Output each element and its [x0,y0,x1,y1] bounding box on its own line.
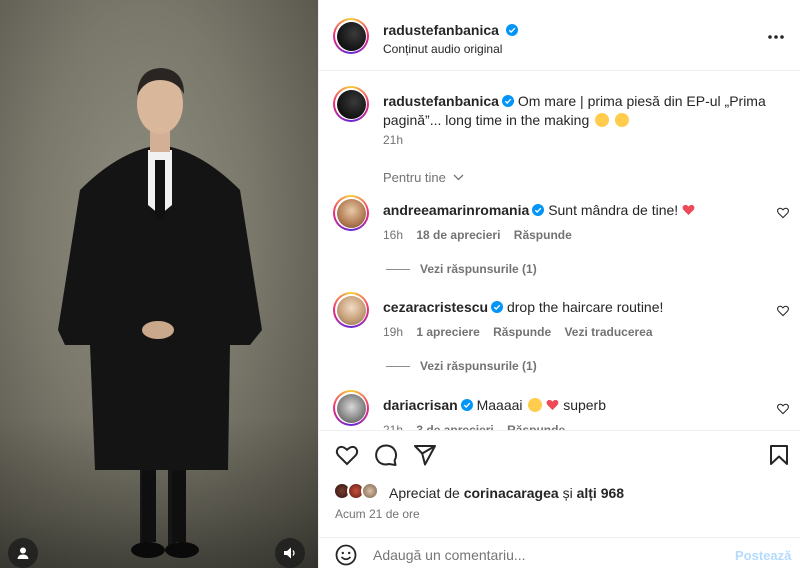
speaker-icon [284,547,295,559]
user-icon [17,547,29,559]
smiling-face-hearts-icon [595,113,610,127]
verified-badge-icon [505,24,518,36]
like-comment-heart-icon[interactable] [777,403,789,415]
post-media[interactable] [0,0,318,568]
comment-text: drop the haircare routine! [506,299,664,315]
comment-username[interactable]: cezaracristescu [383,299,488,315]
comment-meta: 19h 1 apreciere Răspunde Vezi traducerea [383,325,663,339]
caption: radustefanbanica Om mare | prima piesă d… [383,92,783,130]
view-replies-label: Vezi răspunsurile (1) [420,359,537,373]
liked-by-prefix: Apreciat de [389,485,460,501]
post-photo-figure [58,68,262,558]
liked-by-user[interactable]: corinacaragea [464,485,559,501]
comment-avatar[interactable] [333,292,369,328]
smiling-face-hearts-icon [615,113,630,127]
view-replies-button[interactable]: Vezi răspunsurile (1) [386,359,537,373]
view-replies-label: Vezi răspunsurile (1) [420,262,537,276]
comment-bubble-icon[interactable] [374,443,398,467]
comment-likes[interactable]: 1 apreciere [416,325,479,339]
post-actions: Apreciat de corinacaragea și alți 968 Ac… [319,430,800,568]
liked-by-and: și [562,485,573,501]
verified-badge-icon [501,95,514,107]
author-avatar[interactable] [333,18,369,54]
comment-likes[interactable]: 18 de aprecieri [416,228,500,242]
verified-badge-icon [491,301,504,313]
verified-badge-icon [532,204,545,216]
comment-avatar[interactable] [333,390,369,426]
comment-sort-label: Pentru tine [383,170,446,185]
post-comment-button[interactable]: Postează [735,548,791,563]
comment-input[interactable] [373,545,713,565]
translate-button[interactable]: Vezi traducerea [564,325,652,339]
comment-item: andreeamarinromania Sunt mândra de tine! [383,201,763,220]
audio-label[interactable]: Conținut audio original [383,42,502,56]
chevron-down-icon [453,174,463,181]
caption-time: 21h [383,133,404,147]
more-horizontal-icon[interactable] [767,34,785,40]
replies-divider [386,366,410,368]
like-comment-heart-icon[interactable] [777,305,789,317]
comment-username[interactable]: andreeamarinromania [383,202,529,218]
caption-avatar[interactable] [333,86,369,122]
liked-by-others[interactable]: alți 968 [577,485,624,501]
comment-avatar[interactable] [333,195,369,231]
comment-text-after: superb [563,397,607,413]
post-panel: radustefanbanica Conținut audio original… [318,0,800,568]
replies-divider [386,269,410,271]
pleading-face-icon [528,398,543,412]
author-username[interactable]: radustefanbanica [383,22,499,38]
comment-item: dariacrisan Maaaai superb [383,396,763,415]
post-header: radustefanbanica Conținut audio original [319,0,800,71]
audio-toggle-button[interactable] [275,538,305,568]
caption-username[interactable]: radustefanbanica [383,93,499,109]
comment-username[interactable]: dariacrisan [383,397,458,413]
comment-text: Maaaai [476,397,523,413]
comment-composer: Postează [319,537,800,568]
liked-by-avatars[interactable] [333,482,385,502]
emoji-smiley-icon[interactable] [335,544,357,566]
share-paper-plane-icon[interactable] [413,443,437,467]
like-comment-heart-icon[interactable] [777,207,789,219]
comment-text: Sunt mândra de tine! [548,202,679,218]
comment-meta: 16h 18 de aprecieri Răspunde [383,228,582,242]
view-replies-button[interactable]: Vezi răspunsurile (1) [386,262,537,276]
comment-time: 19h [383,325,404,339]
save-bookmark-icon[interactable] [767,443,791,467]
comment-item: cezaracristescu drop the haircare routin… [383,298,763,317]
comment-sort-dropdown[interactable]: Pentru tine [383,170,464,185]
tagged-user-button[interactable] [8,538,38,568]
reply-button[interactable]: Răspunde [514,228,572,242]
like-heart-icon[interactable] [335,443,359,467]
red-heart-icon [546,399,559,410]
verified-badge-icon [460,399,473,411]
post-timestamp[interactable]: Acum 21 de ore [335,507,420,521]
reply-button[interactable]: Răspunde [493,325,551,339]
red-heart-icon [682,204,695,215]
comment-time: 16h [383,228,404,242]
liked-by: Apreciat de corinacaragea și alți 968 [389,485,624,501]
